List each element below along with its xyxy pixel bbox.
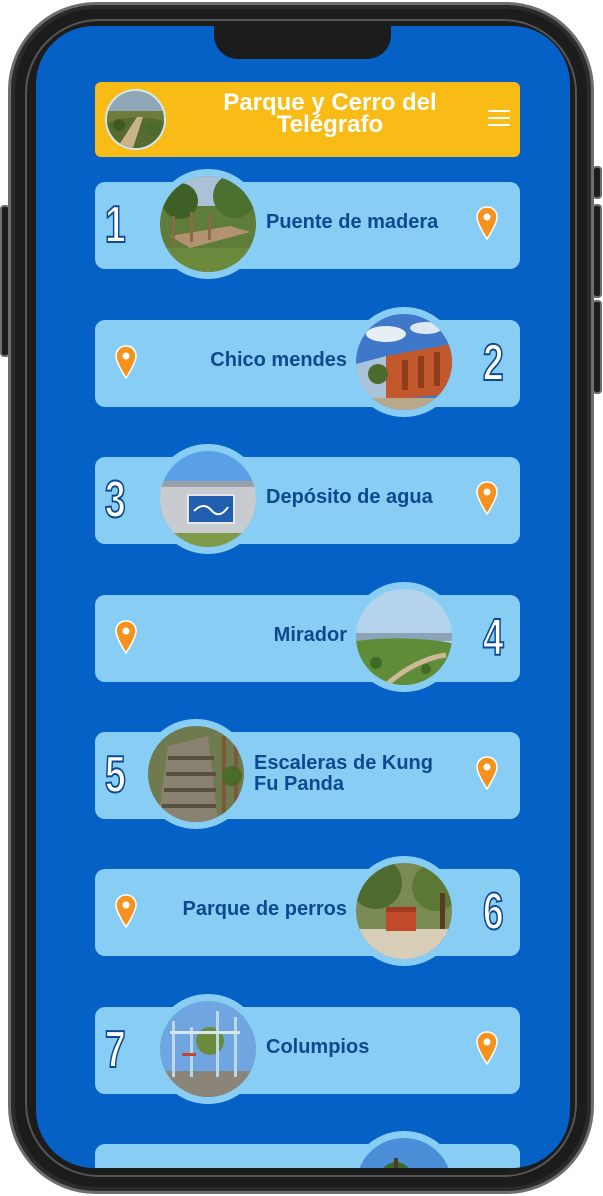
place-card-5[interactable]: 5 Escaleras de Kung Fu Panda <box>95 719 520 829</box>
header-thumbnail <box>105 89 166 150</box>
place-name: Escaleras de Kung Fu Panda <box>254 752 433 795</box>
place-name: Mirador <box>273 624 347 646</box>
page-title: Parque y Cerro del Telégrafo <box>223 89 437 138</box>
map-pin-icon[interactable] <box>115 345 137 379</box>
place-photo <box>153 444 263 554</box>
map-pin-icon[interactable] <box>476 1031 498 1065</box>
phone-notch <box>214 26 391 59</box>
place-number: 5 <box>104 745 126 805</box>
place-photo <box>153 994 263 1104</box>
place-number: 6 <box>482 882 504 942</box>
place-card-7[interactable]: 7 Columpios <box>95 994 520 1104</box>
place-card-8[interactable] <box>95 1131 520 1168</box>
place-name: Parque de perros <box>182 898 347 920</box>
side-button-right-top <box>592 166 602 199</box>
map-pin-icon[interactable] <box>476 756 498 790</box>
place-name: Chico mendes <box>210 349 347 371</box>
place-name: Puente de madera <box>266 211 439 233</box>
side-button-right-bottom <box>592 300 602 394</box>
place-card-1[interactable]: 1 Puente de madera <box>95 169 520 279</box>
place-photo <box>349 856 459 966</box>
place-photo <box>153 169 263 279</box>
place-number: 4 <box>482 608 504 668</box>
place-number: 1 <box>104 195 126 255</box>
place-name: Depósito de agua <box>266 486 433 508</box>
place-card-6[interactable]: Parque de perros 6 <box>95 856 520 966</box>
place-name: Columpios <box>266 1036 370 1058</box>
app-header: Parque y Cerro del Telégrafo <box>95 82 520 157</box>
place-card-4[interactable]: Mirador 4 <box>95 582 520 692</box>
place-photo <box>349 1131 459 1168</box>
map-pin-icon[interactable] <box>476 481 498 515</box>
app-screen: Parque y Cerro del Telégrafo 1 Puente de… <box>36 26 570 1168</box>
place-photo <box>349 307 459 417</box>
side-button-left <box>0 205 10 357</box>
place-number: 7 <box>104 1020 126 1080</box>
place-number: 3 <box>104 470 126 530</box>
side-button-right-middle <box>592 204 602 298</box>
map-pin-icon[interactable] <box>115 894 137 928</box>
place-card-3[interactable]: 3 Depósito de agua <box>95 444 520 554</box>
place-photo <box>141 719 251 829</box>
place-card-2[interactable]: Chico mendes 2 <box>95 307 520 417</box>
place-number: 2 <box>482 333 504 393</box>
map-pin-icon[interactable] <box>476 206 498 240</box>
place-photo <box>349 582 459 692</box>
hamburger-menu-icon[interactable] <box>488 106 510 132</box>
map-pin-icon[interactable] <box>115 620 137 654</box>
